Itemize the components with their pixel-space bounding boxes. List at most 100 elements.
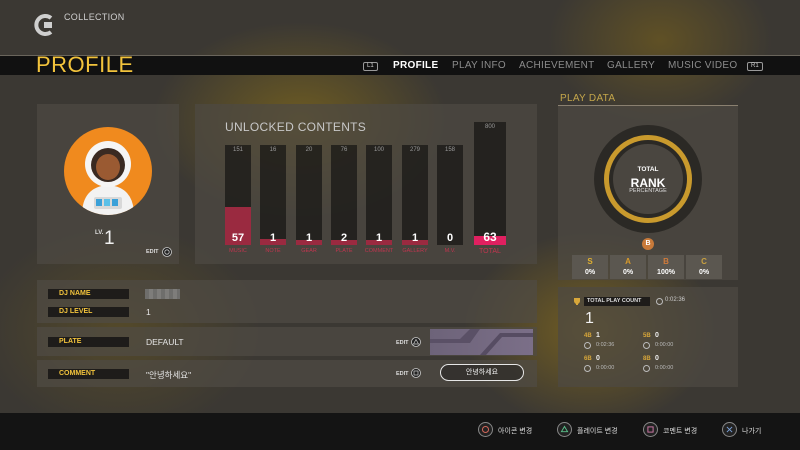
button-mode-key: 4B: [584, 333, 592, 339]
rank-percentage-label: PERCENTAGE: [629, 188, 667, 194]
level-value: 1: [104, 228, 115, 249]
grade-percent: 100%: [657, 269, 675, 276]
change-plate-action[interactable]: 플레이트 변경: [577, 426, 618, 436]
bar-value: 1: [305, 232, 313, 244]
dj-level-label: DJ LEVEL: [48, 307, 129, 317]
button-mode-time: 0:02:36: [596, 342, 615, 348]
bar-label: MUSIC: [229, 248, 247, 254]
button-mode-count: 0: [655, 332, 659, 339]
button-mode-count: 1: [596, 332, 600, 339]
bar-label: GALLERY: [402, 248, 428, 254]
plate-edit-label[interactable]: EDIT: [396, 340, 409, 346]
bar-max-value: 158: [444, 147, 455, 153]
bar-max-value: 20: [305, 147, 313, 153]
unlocked-contents-title: UNLOCKED CONTENTS: [225, 120, 367, 134]
button-mode-time: 0:00:00: [655, 342, 674, 348]
top-bar: COLLECTION: [0, 0, 800, 50]
bar-music: 151 57: [225, 145, 251, 245]
bar-note: 16 1: [260, 145, 286, 245]
avatar[interactable]: [64, 127, 152, 215]
bar-max-value: 76: [340, 147, 348, 153]
bar-label: GEAR: [301, 248, 317, 254]
bar-label: PLATE: [335, 248, 353, 254]
bar-value: 0: [446, 232, 454, 244]
grade-cell-a: A 0%: [610, 255, 646, 279]
page-title: PROFILE: [36, 52, 134, 77]
tab-play-info[interactable]: PLAY INFO: [452, 60, 506, 71]
bar-max-value: 16: [269, 147, 277, 153]
bar-value: 1: [375, 232, 383, 244]
clock-icon: [643, 365, 650, 372]
dj-name-label: DJ NAME: [48, 289, 129, 299]
dj-name-value: [145, 289, 180, 299]
level-label: LV.: [95, 230, 104, 236]
bar-label: NOTE: [265, 248, 281, 254]
clock-icon: [584, 342, 591, 349]
bar-label: M.V.: [444, 248, 456, 254]
collection-label: COLLECTION: [64, 12, 125, 22]
bar-max-value: 151: [232, 147, 243, 153]
dj-info-row: DJ NAME DJ LEVEL 1: [37, 280, 537, 323]
circle-button-icon[interactable]: [478, 422, 493, 437]
button-mode-count: 0: [596, 355, 600, 362]
bar-gear: 20 1: [296, 145, 322, 245]
button-mode-time: 0:00:00: [596, 365, 615, 371]
comment-label: COMMENT: [48, 369, 129, 379]
grade-letter: A: [625, 257, 631, 266]
button-mode-key: 8B: [643, 356, 651, 362]
bar-value: 1: [269, 232, 277, 244]
grade-percent: 0%: [698, 269, 710, 276]
change-icon-action[interactable]: 아이콘 변경: [498, 426, 532, 436]
rank-grade-badge: B: [642, 238, 654, 250]
tab-gallery[interactable]: GALLERY: [607, 60, 655, 71]
avatar-edit-label[interactable]: EDIT: [146, 249, 159, 255]
bar-plate: 76 2: [331, 145, 357, 245]
triangle-button-icon[interactable]: [557, 422, 572, 437]
grade-cell-s: S 0%: [572, 255, 608, 279]
bar-total: 800 63: [474, 122, 506, 245]
comment-edit-label[interactable]: EDIT: [396, 371, 409, 377]
square-button-icon[interactable]: [411, 368, 421, 378]
button-mode-key: 6B: [584, 356, 592, 362]
trophy-icon: [574, 298, 580, 305]
tab-achievement[interactable]: ACHIEVEMENT: [519, 60, 595, 71]
button-mode-key: 5B: [643, 333, 651, 339]
bar-value: 2: [340, 232, 348, 244]
exit-action[interactable]: 나가기: [742, 426, 761, 436]
r1-button[interactable]: R1: [747, 62, 763, 71]
rank-total-label: TOTAL: [637, 166, 659, 173]
bar-value: 1: [411, 232, 419, 244]
comment-value: "안녕하세요": [146, 370, 192, 380]
plate-label: PLATE: [48, 337, 129, 347]
dj-level-value: 1: [146, 307, 151, 317]
bar-max-value: 800: [484, 124, 495, 130]
grade-cell-c: C 0%: [686, 255, 722, 279]
bar-mv: 158 0: [437, 145, 463, 245]
l1-button[interactable]: L1: [363, 62, 378, 71]
circle-button-icon[interactable]: [162, 247, 172, 257]
total-play-time: 0:02:36: [665, 297, 686, 303]
bar-max-value: 100: [373, 147, 384, 153]
play-data-title: PLAY DATA: [560, 93, 616, 104]
cross-button-icon[interactable]: [722, 422, 737, 437]
grade-cell-b: B 100%: [648, 255, 684, 279]
square-button-icon[interactable]: [643, 422, 658, 437]
bar-label: COMMENT: [364, 248, 394, 254]
grade-percent: 0%: [622, 269, 634, 276]
triangle-button-icon[interactable]: [411, 337, 421, 347]
bar-value: 63: [483, 230, 497, 244]
tab-music-video[interactable]: MUSIC VIDEO: [668, 60, 737, 71]
bar-gallery: 279 1: [402, 145, 428, 245]
total-play-count-label: TOTAL PLAY COUNT: [584, 297, 650, 306]
bar-value: 57: [231, 232, 245, 244]
clock-icon: [584, 365, 591, 372]
grade-letter: B: [663, 257, 669, 266]
plate-preview: [430, 329, 533, 355]
bar-max-value: 279: [409, 147, 420, 153]
change-comment-action[interactable]: 코멘트 변경: [663, 426, 697, 436]
grade-letter: S: [587, 257, 593, 266]
clock-icon: [656, 298, 663, 305]
tab-profile[interactable]: PROFILE: [393, 60, 438, 71]
button-mode-time: 0:00:00: [655, 365, 674, 371]
grade-letter: C: [701, 257, 707, 266]
